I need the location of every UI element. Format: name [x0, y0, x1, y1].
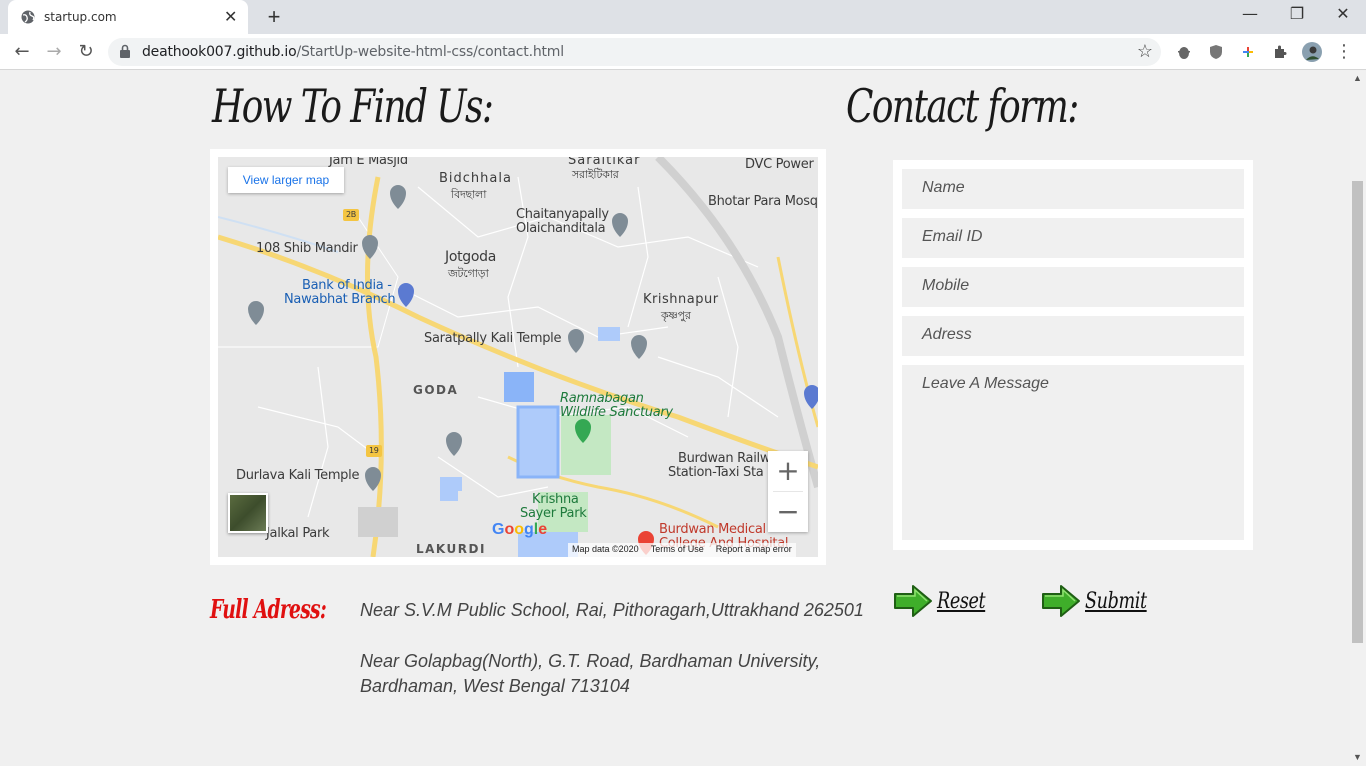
address-placeholder: Adress [922, 326, 972, 343]
google-map[interactable]: Jam E Masjid Bidchhala বিদছালা Saraitika… [218, 157, 818, 557]
zoom-controls: + − [768, 451, 808, 532]
url-text: deathook007.github.io/StartUp-website-ht… [142, 44, 564, 60]
new-tab-button[interactable]: + [262, 4, 286, 30]
forward-icon[interactable]: → [42, 40, 66, 64]
green-arrow-icon [1042, 585, 1080, 617]
terms-of-use-link[interactable]: Terms of Use [651, 544, 704, 556]
contact-form: Name Email ID Mobile Adress Leave A Mess… [893, 160, 1253, 550]
map-data-text: Map data ©2020 [572, 544, 639, 554]
url-path: /StartUp-website-html-css/contact.html [296, 44, 564, 60]
satellite-toggle-button[interactable] [228, 493, 268, 533]
submit-button[interactable]: Submit [1041, 583, 1162, 619]
map-label-krishna-sayer-2: Sayer Park [520, 506, 587, 521]
reset-label: Reset [937, 588, 986, 614]
shield-extension-icon[interactable] [1208, 44, 1224, 60]
page-content: How To Find Us: Contact form: Jam E Masj… [0, 71, 1350, 766]
map-label-bidchhala-bn: বিদছালা [451, 188, 487, 201]
map-frame: Jam E Masjid Bidchhala বিদছালা Saraitika… [210, 149, 826, 565]
bookmark-star-icon[interactable]: ☆ [1137, 41, 1153, 62]
reload-icon[interactable]: ↻ [74, 40, 98, 64]
map-label-saraitikar-bn: সরাইটিকার [572, 168, 619, 181]
bug-extension-icon[interactable] [1176, 44, 1192, 60]
map-label-durlava: Durlava Kali Temple [236, 468, 360, 483]
full-address-label: Full Adress: [210, 595, 327, 625]
message-textarea[interactable]: Leave A Message [902, 365, 1244, 540]
google-logo: Google [492, 521, 548, 538]
email-input[interactable]: Email ID [902, 218, 1244, 258]
message-placeholder: Leave A Message [922, 375, 1049, 392]
google-plus-extension-icon[interactable] [1240, 44, 1256, 60]
map-label-ramnabagan-1: Ramnabagan [560, 391, 644, 406]
scroll-up-icon[interactable]: ▲ [1353, 73, 1362, 83]
mobile-placeholder: Mobile [922, 277, 970, 294]
submit-label: Submit [1085, 588, 1147, 614]
map-label-burdwan-rail-1: Burdwan Railw [678, 451, 771, 466]
map-label-chaitanyapally: Chaitanyapally [516, 207, 609, 222]
address-line-1: Near S.V.M Public School, Rai, Pithoraga… [360, 600, 864, 620]
map-label-ramnabagan-2: Wildlife Sanctuary [560, 405, 673, 420]
reset-button[interactable]: Reset [893, 583, 997, 619]
map-label-krishnapur: Krishnapur [643, 292, 719, 307]
find-us-heading: How To Find Us: [212, 79, 494, 133]
back-icon[interactable]: ← [10, 40, 34, 64]
map-label-bank-india-1: Bank of India - [302, 278, 392, 293]
browser-tab[interactable]: startup.com ✕ [8, 0, 248, 34]
report-map-error-link[interactable]: Report a map error [716, 544, 792, 556]
address-bar[interactable]: deathook007.github.io/StartUp-website-ht… [108, 38, 1161, 66]
url-host: deathook007.github.io [142, 44, 297, 60]
map-label-jotgoda-bn: জটগোড়া [448, 267, 489, 280]
scroll-down-icon[interactable]: ▼ [1353, 752, 1362, 762]
map-label-lakurdi: LAKURDI [416, 542, 486, 556]
map-label-goda: GODA [413, 383, 459, 397]
menu-kebab-icon[interactable]: ⋮ [1332, 40, 1356, 64]
restore-icon[interactable]: ❐ [1285, 4, 1309, 23]
browser-toolbar: ← → ↻ deathook007.github.io/StartUp-webs… [0, 34, 1366, 70]
page-scrollbar[interactable]: ▲ ▼ [1350, 71, 1366, 766]
close-window-icon[interactable]: ✕ [1331, 4, 1355, 23]
map-label-krishnapur-bn: কৃষ্ণপুর [661, 309, 691, 322]
name-input[interactable]: Name [902, 169, 1244, 209]
view-larger-map-link[interactable]: View larger map [228, 167, 344, 193]
map-label-shib-mandir: 108 Shib Mandir [256, 241, 358, 256]
green-arrow-icon [894, 585, 932, 617]
map-label-bank-india-2: Nawabhat Branch [284, 292, 396, 307]
address-line-2a: Near Golapbag(North), G.T. Road, Bardham… [360, 651, 821, 671]
map-label-krishna-sayer-1: Krishna [532, 492, 579, 507]
map-label-dvc-power: DVC Power [745, 157, 814, 172]
map-label-jotgoda: Jotgoda [445, 249, 497, 265]
route-2b-badge: 2B [346, 210, 356, 219]
lock-icon [120, 44, 130, 58]
address-line-2b: Bardhaman, West Bengal 713104 [360, 676, 630, 696]
zoom-out-button[interactable]: − [768, 492, 808, 532]
browser-tab-bar: startup.com ✕ + — ❐ ✕ [0, 0, 1366, 34]
map-label-jalkal: Jalkal Park [266, 526, 330, 541]
email-placeholder: Email ID [922, 228, 983, 245]
map-label-burdwan-rail-2: Station-Taxi Sta [668, 465, 764, 480]
mobile-input[interactable]: Mobile [902, 267, 1244, 307]
map-label-bhotar-para: Bhotar Para Mosq [708, 194, 818, 209]
tab-title: startup.com [44, 10, 117, 24]
map-label-saratpally: Saratpally Kali Temple [424, 331, 562, 346]
route-19-badge: 19 [369, 446, 379, 455]
map-label-bidchhala: Bidchhala [439, 171, 512, 186]
puzzle-extensions-icon[interactable] [1272, 44, 1288, 60]
name-placeholder: Name [922, 179, 965, 196]
minimize-icon[interactable]: — [1238, 4, 1262, 23]
zoom-in-button[interactable]: + [768, 451, 808, 491]
map-label-olaichanditala: Olaichanditala [516, 221, 606, 236]
map-footer: Map data ©2020 Terms of Use Report a map… [568, 543, 796, 557]
globe-icon [21, 10, 35, 24]
scroll-thumb[interactable] [1352, 181, 1363, 643]
close-tab-icon[interactable]: ✕ [224, 7, 237, 27]
address-input[interactable]: Adress [902, 316, 1244, 356]
map-label-burdwan-medical-1: Burdwan Medical [659, 522, 766, 537]
profile-avatar[interactable] [1302, 42, 1322, 62]
contact-form-heading: Contact form: [846, 79, 1079, 133]
